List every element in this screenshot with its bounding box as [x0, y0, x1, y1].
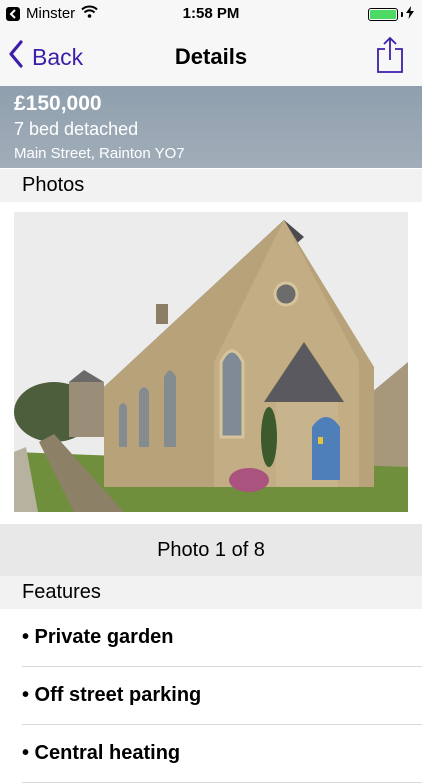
listing-address: Main Street, Rainton YO7: [14, 145, 185, 162]
share-icon: [376, 36, 404, 78]
photo-carousel[interactable]: [0, 202, 422, 524]
listing-price: £150,000: [14, 92, 102, 115]
status-right: [368, 6, 414, 23]
status-bar: Minster 1:58 PM: [0, 0, 422, 28]
share-button[interactable]: [376, 36, 404, 79]
property-photo[interactable]: [14, 212, 408, 512]
battery-level: [370, 10, 396, 19]
feature-list: • Private garden • Off street parking • …: [0, 609, 422, 783]
feature-item: • Private garden: [22, 609, 422, 667]
listing-summary: £150,000 7 bed detached Main Street, Rai…: [0, 86, 422, 168]
navigation-bar: Back Details: [0, 28, 422, 86]
features-section-header: Features: [0, 576, 422, 609]
feature-item: • Off street parking: [22, 667, 422, 725]
page-title: Details: [174, 44, 248, 69]
listing-type: 7 bed detached: [14, 119, 139, 139]
battery-icon: [368, 8, 398, 21]
status-time: 1:58 PM: [182, 5, 240, 22]
charging-bolt-icon: [406, 6, 414, 23]
battery-cap: [401, 12, 403, 17]
photo-counter[interactable]: Photo 1 of 8: [0, 524, 422, 576]
feature-item: • Central heating: [22, 725, 422, 783]
photos-section-header: Photos: [0, 169, 422, 202]
